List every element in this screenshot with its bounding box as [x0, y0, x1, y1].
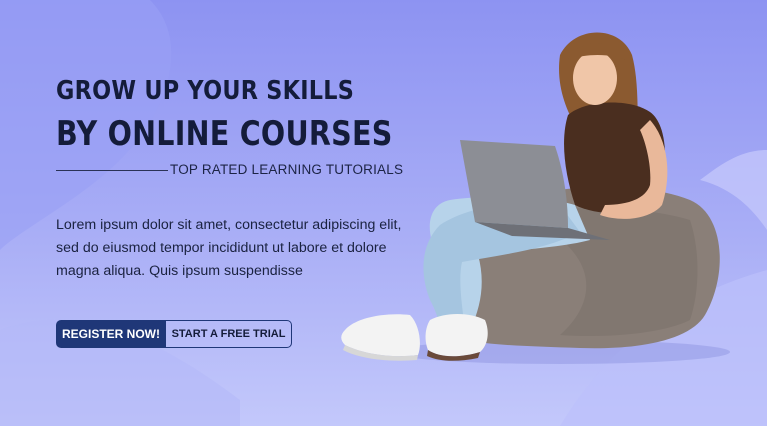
headline-line-1: GROW UP YOUR SKILLS: [56, 76, 355, 106]
register-now-button[interactable]: REGISTER NOW!: [56, 320, 166, 348]
face: [573, 51, 617, 105]
laptop: [460, 140, 568, 228]
tagline-divider: [56, 170, 168, 171]
course-banner: GROW UP YOUR SKILLS BY ONLINE COURSES TO…: [0, 0, 767, 426]
hero-illustration: [341, 32, 730, 364]
start-free-trial-button[interactable]: START A FREE TRIAL: [166, 320, 292, 348]
right-shoe: [425, 314, 488, 357]
cta-group: REGISTER NOW! START A FREE TRIAL: [56, 320, 292, 348]
